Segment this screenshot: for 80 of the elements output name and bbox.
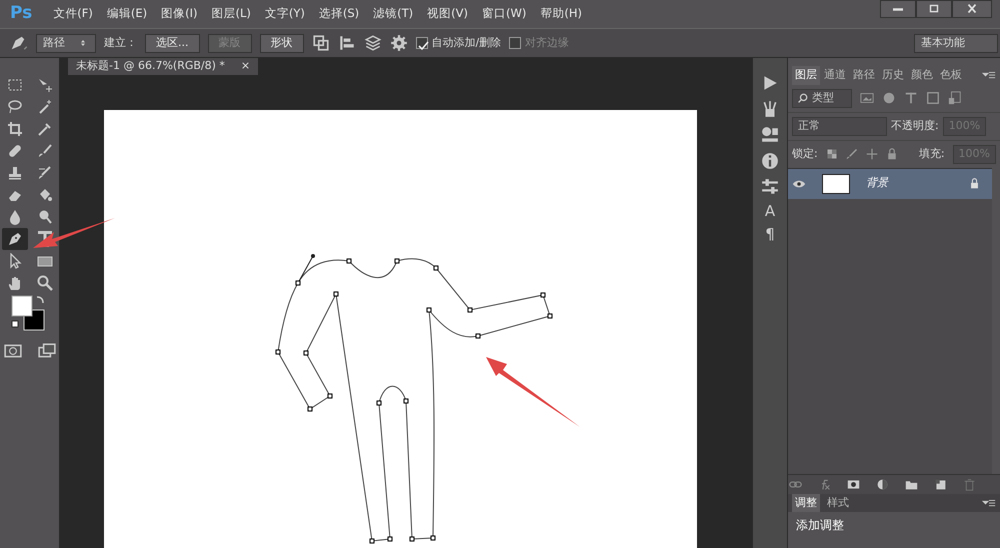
menu-item[interactable]: 滤镜(T) xyxy=(366,5,420,23)
tool-button[interactable] xyxy=(2,228,28,250)
layer-thumbnail xyxy=(822,174,850,194)
document-tab[interactable]: 未标题-1 @ 66.7%(RGB/8) * × xyxy=(68,58,258,75)
path-alignment-icon[interactable] xyxy=(338,34,356,52)
brush-icon xyxy=(36,143,52,159)
half-circle-icon[interactable] xyxy=(876,478,889,491)
window-close-button[interactable] xyxy=(952,0,992,18)
make-button[interactable]: 形状 xyxy=(260,34,304,52)
shape-filter-icon[interactable] xyxy=(926,91,940,105)
panel-tab[interactable]: 调整 xyxy=(792,494,820,512)
zoom-icon xyxy=(36,275,52,291)
menu-item[interactable]: 编辑(E) xyxy=(100,5,154,23)
menu-item[interactable]: 图像(I) xyxy=(154,5,204,23)
panel-glyph-button[interactable]: ¶ xyxy=(765,227,775,242)
lasso-icon xyxy=(6,99,22,115)
magic-wand-icon xyxy=(36,99,52,115)
menu-item[interactable]: 视图(V) xyxy=(420,5,476,23)
menu-item[interactable]: 帮助(H) xyxy=(533,5,589,23)
new-layer-icon[interactable] xyxy=(934,478,947,491)
make-button[interactable]: 选区... xyxy=(145,34,200,52)
blend-mode-dropdown[interactable]: 正常 xyxy=(792,116,887,136)
panel-tab[interactable]: 色板 xyxy=(937,66,965,84)
panel-tab[interactable]: 历史 xyxy=(879,66,907,84)
panel-tab[interactable]: 样式 xyxy=(824,494,852,512)
filter-dropdown[interactable]: 类型 xyxy=(792,88,852,108)
move-icon[interactable] xyxy=(866,148,878,160)
panel-tab[interactable]: 颜色 xyxy=(908,66,936,84)
checkbox-label: 对齐边缘 xyxy=(525,34,570,51)
panel-glyph-button[interactable]: A xyxy=(764,204,776,219)
stamp-icon xyxy=(6,165,22,181)
adjustments-hint: 添加调整 xyxy=(796,518,844,532)
path-operations-icon[interactable] xyxy=(312,34,330,52)
type-filter-icon[interactable] xyxy=(904,91,918,105)
lock-icon[interactable] xyxy=(886,148,898,160)
layer-name: 背景 xyxy=(866,175,888,192)
marquee-icon xyxy=(6,77,22,93)
minimize-icon xyxy=(893,8,903,10)
smart-object-filter-icon[interactable] xyxy=(948,91,962,105)
window-maximize-button[interactable] xyxy=(916,0,952,18)
adjustment-filter-icon[interactable] xyxy=(882,91,896,105)
window-minimize-button[interactable] xyxy=(880,0,916,18)
make-label: 建立： xyxy=(104,34,137,51)
arrow-move-icon xyxy=(36,77,52,93)
checkbox[interactable] xyxy=(416,37,428,49)
layer-row[interactable]: 背景 xyxy=(788,168,992,198)
lock-label: 锁定: xyxy=(792,146,818,162)
checkbox[interactable] xyxy=(509,37,522,49)
menu-item[interactable]: 选择(S) xyxy=(312,5,366,23)
path-arrangement-icon[interactable] xyxy=(364,34,382,52)
panel-tab[interactable]: 路径 xyxy=(850,66,878,84)
lock-transparency-icon[interactable] xyxy=(826,148,838,160)
panel-tab[interactable]: 图层 xyxy=(792,66,820,84)
checkbox-label: 自动添加/删除 xyxy=(432,34,502,51)
info-icon[interactable] xyxy=(761,152,779,170)
crop-icon xyxy=(6,121,22,137)
menu-item[interactable]: 图层(L) xyxy=(204,5,258,23)
sliders-icon[interactable] xyxy=(761,178,779,196)
brushes-icon[interactable] xyxy=(761,100,779,118)
menu-item[interactable]: 文字(Y) xyxy=(258,5,312,23)
hand-icon xyxy=(6,275,22,291)
pen-icon xyxy=(6,231,22,247)
panel-tab[interactable]: 通道 xyxy=(821,66,849,84)
layer-mask-icon[interactable] xyxy=(847,478,860,491)
history-brush-icon xyxy=(36,165,52,181)
brush-icon[interactable] xyxy=(846,148,858,160)
gear-icon[interactable] xyxy=(390,34,408,52)
search-icon xyxy=(798,93,808,103)
tab-close-button[interactable]: × xyxy=(240,58,250,75)
menu-item[interactable]: 窗口(W) xyxy=(475,5,534,23)
fill-label: 填充: xyxy=(918,146,945,162)
opacity-label: 不透明度: xyxy=(891,118,939,134)
quick-mask-icon[interactable] xyxy=(4,342,22,360)
path-mode-dropdown[interactable]: 路径 xyxy=(36,34,96,52)
app-logo: Ps xyxy=(9,2,34,26)
menu-item[interactable]: 文件(F) xyxy=(46,5,100,23)
screen-mode-icon[interactable] xyxy=(38,342,56,360)
workspace-dropdown[interactable]: 基本功能 xyxy=(914,34,998,52)
pixel-filter-icon[interactable] xyxy=(860,91,874,105)
close-icon xyxy=(965,2,979,16)
